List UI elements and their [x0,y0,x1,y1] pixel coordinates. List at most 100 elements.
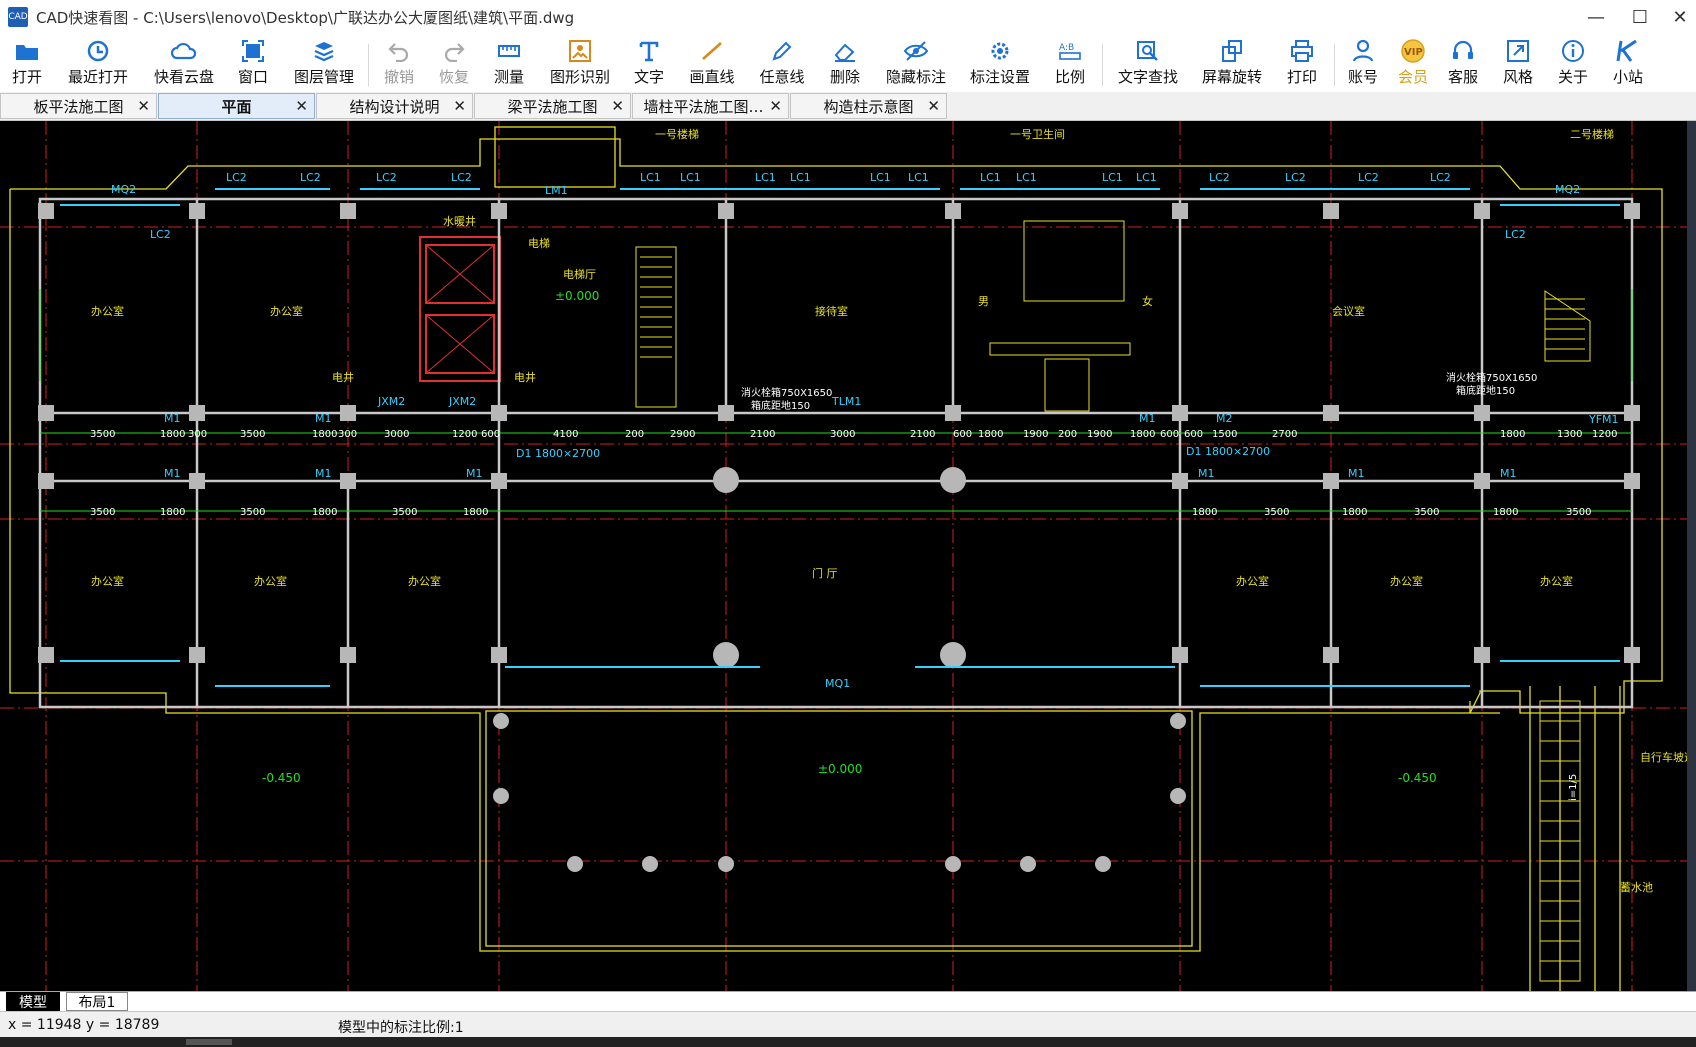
tag-label: LC1 [908,171,929,184]
undo-button[interactable]: 撤销 [382,38,416,90]
tag-label: M1 [315,467,332,480]
find-text-button[interactable]: 文字查找 [1116,38,1180,90]
search-icon [1135,38,1161,64]
scrollbar-thumb[interactable] [186,1039,232,1045]
xiaozhan-button[interactable]: 小站 [1611,38,1645,90]
tag-label: LC2 [376,171,397,184]
tag-label: M1 [164,467,181,480]
tag-label: MQ1 [825,677,850,690]
tab-structure-notes[interactable]: 结构设计说明 ✕ [316,93,473,119]
measure-button[interactable]: 测量 [492,38,526,90]
customer-service-button[interactable]: 客服 [1446,38,1480,90]
redo-button[interactable]: 恢复 [437,38,471,90]
room-label: 接待室 [815,304,848,318]
draw-line-button[interactable]: 画直线 [688,38,736,90]
tab-construction-column[interactable]: 构造柱示意图 ✕ [790,93,947,119]
horizontal-scrollbar[interactable] [0,1037,1696,1047]
tab-wall-column[interactable]: 墙柱平法施工图… ✕ [632,93,789,119]
hide-dimensions-button[interactable]: 隐藏标注 [884,38,948,90]
layer-manager-button[interactable]: 图层管理 [292,38,356,90]
room-label: 办公室 [254,574,287,588]
close-icon[interactable]: ✕ [137,97,150,115]
dim-label: 1200 [1592,429,1617,440]
freehand-line-button[interactable]: 任意线 [758,38,806,90]
open-button[interactable]: 打开 [6,38,48,90]
close-icon[interactable]: ✕ [453,97,466,115]
info-icon [1560,38,1586,64]
room-label: 办公室 [408,574,441,588]
dim-label: 2100 [910,429,935,440]
text-button[interactable]: 文字 [632,38,666,90]
account-button[interactable]: 账号 [1346,38,1380,90]
note-label: 消火栓箱750X1650 [1446,371,1537,384]
tag-label: LC1 [980,171,1001,184]
note-label: i=1/5 [1568,774,1579,801]
close-window-button[interactable]: ✕ [1652,0,1696,34]
dim-label: 600 [1160,429,1179,440]
tab-model[interactable]: 模型 [6,992,60,1011]
tag-label: JXM2 [448,395,476,408]
status-bar: x = 11948 y = 18789 模型中的标注比例:1 [0,1011,1696,1038]
room-label: 水暖井 [443,214,476,228]
tab-beam[interactable]: 梁平法施工图 ✕ [474,93,631,119]
scale-button[interactable]: A:B 比例 [1053,38,1087,90]
vertical-scrollbar[interactable] [1687,121,1696,991]
tag-label: M1 [1198,467,1215,480]
user-icon [1350,38,1376,64]
rotate-screen-button[interactable]: 屏幕旋转 [1200,38,1264,90]
tag-label: M1 [1139,412,1156,425]
room-label: 男 [978,295,989,308]
style-button[interactable]: 风格 [1501,38,1535,90]
tag-label: LC2 [1285,171,1306,184]
shape-recognition-button[interactable]: 图形识别 [548,38,612,90]
tag-label: LC2 [150,228,171,241]
drawing-canvas[interactable]: 办公室 办公室 办公室 办公室 办公室 办公室 办公室 办公室 水暖井 电梯 电… [0,121,1687,991]
tab-board[interactable]: 板平法施工图 ✕ [0,93,157,119]
close-icon[interactable]: ✕ [927,97,940,115]
delete-button[interactable]: 删除 [828,38,862,90]
tag-label: MQ2 [111,183,136,196]
tag-label: M1 [1500,467,1517,480]
tag-label: LC2 [300,171,321,184]
floor-plan-drawing: 办公室 办公室 办公室 办公室 办公室 办公室 办公室 办公室 水暖井 电梯 电… [0,121,1687,991]
tag-label: LC1 [1136,171,1157,184]
dimension-settings-button[interactable]: 标注设置 [968,38,1032,90]
close-icon[interactable]: ✕ [295,97,308,115]
gear-icon [987,38,1013,64]
vip-button[interactable]: VIP 会员 [1396,38,1430,90]
undo-icon [386,38,412,64]
vip-badge-icon: VIP [1400,38,1426,64]
tag-label: LC2 [1430,171,1451,184]
room-label: 二号楼梯 [1570,127,1614,141]
tab-plan[interactable]: 平面 ✕ [158,93,315,119]
dim-label: 3500 [240,507,265,518]
cloud-button[interactable]: 快看云盘 [152,38,216,90]
note-label: 箱底距地150 [1456,384,1515,397]
dim-label: 1800 [160,507,185,518]
room-label: 办公室 [270,304,303,318]
close-icon[interactable]: ✕ [769,97,782,115]
tag-label: TLM1 [831,395,861,408]
room-label: 办公室 [1540,574,1573,588]
tag-label: M2 [1216,412,1233,425]
close-icon[interactable]: ✕ [611,97,624,115]
dim-label: 3500 [1414,507,1439,518]
dim-label: 300 [338,429,357,440]
recent-button[interactable]: 最近打开 [66,38,130,90]
about-button[interactable]: 关于 [1556,38,1590,90]
tab-layout1[interactable]: 布局1 [66,992,128,1011]
text-icon [636,38,662,64]
window-button[interactable]: 窗口 [236,38,270,90]
layout-tab-bar: 模型 布局1 [0,991,1696,1012]
expand-icon [1505,38,1531,64]
dim-label: 1800 [1493,507,1518,518]
dim-label: 1900 [1087,429,1112,440]
dim-label: 3500 [90,507,115,518]
svg-text:A:B: A:B [1059,43,1074,53]
dim-label: 1800 [312,507,337,518]
print-button[interactable]: 打印 [1285,38,1319,90]
tag-label: LC1 [870,171,891,184]
eraser-icon [832,38,858,64]
dim-label: 1900 [1023,429,1048,440]
ruler-icon [496,38,522,64]
